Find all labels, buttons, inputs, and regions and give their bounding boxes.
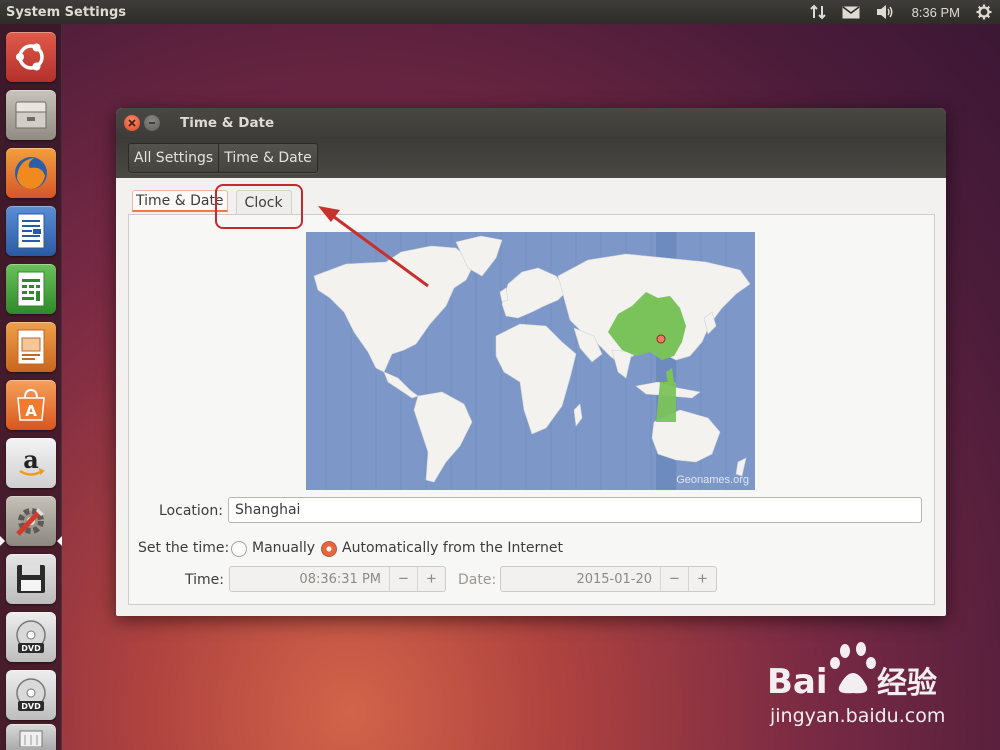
network-icon[interactable] (802, 0, 834, 24)
settings-content: Time & Date Clock Geonames.org Location:… (116, 178, 946, 616)
date-value[interactable]: 2015-01-20 (501, 567, 660, 591)
trash-icon[interactable] (6, 724, 56, 750)
calc-icon[interactable] (6, 264, 56, 314)
world-map (313, 232, 751, 490)
dvd-icon[interactable]: DVD (6, 612, 56, 662)
system-settings-icon[interactable] (6, 496, 56, 546)
floppy-icon[interactable] (6, 554, 56, 604)
set-time-label: Set the time: (138, 540, 230, 556)
breadcrumb-time-date[interactable]: Time & Date (218, 144, 317, 172)
clock-tab-highlight (215, 184, 303, 229)
active-app-title: System Settings (6, 4, 127, 20)
window-title: Time & Date (180, 115, 275, 131)
selected-city-marker (656, 334, 666, 344)
ubuntu-dash-icon[interactable] (6, 32, 56, 82)
radio-automatic-label: Automatically from the Internet (342, 540, 563, 556)
radio-automatic[interactable] (321, 541, 337, 557)
top-panel: System Settings 8:36 PM (0, 0, 1000, 24)
date-decrement-button[interactable]: − (660, 567, 688, 591)
indicator-tray: 8:36 PM (802, 0, 1000, 24)
svg-text:DVD: DVD (21, 644, 41, 653)
active-app-indicator (0, 536, 5, 546)
window-titlebar[interactable]: Time & Date (116, 108, 946, 138)
minimize-icon (149, 122, 155, 124)
map-credit: Geonames.org (676, 474, 749, 486)
svg-text:A: A (25, 402, 37, 420)
impress-icon[interactable] (6, 322, 56, 372)
date-label: Date: (458, 572, 497, 588)
radio-manually[interactable] (231, 541, 247, 557)
svg-text:经验: 经验 (877, 666, 937, 701)
clock-indicator[interactable]: 8:36 PM (904, 0, 968, 24)
radio-manually-label: Manually (252, 540, 316, 556)
close-window-button[interactable] (124, 115, 140, 131)
firefox-icon[interactable] (6, 148, 56, 198)
amazon-icon[interactable]: a (6, 438, 56, 488)
mail-icon[interactable] (834, 0, 868, 24)
software-center-icon[interactable]: A (6, 380, 56, 430)
time-decrement-button[interactable]: − (389, 567, 417, 591)
location-input[interactable]: Shanghai (228, 497, 922, 523)
tab-time-date[interactable]: Time & Date (132, 190, 228, 212)
launcher: A a DVD DVD (0, 24, 62, 750)
breadcrumb-all-settings[interactable]: All Settings (129, 144, 219, 172)
baidu-watermark: Bai 经验 jingyan.baidu.com (765, 641, 955, 731)
timezone-map[interactable]: Geonames.org (306, 232, 755, 490)
svg-text:DVD: DVD (21, 702, 41, 711)
date-spinner[interactable]: 2015-01-20 − + (500, 566, 717, 592)
time-spinner[interactable]: 08:36:31 PM − + (229, 566, 446, 592)
watermark-site: jingyan.baidu.com (770, 705, 946, 727)
date-increment-button[interactable]: + (688, 567, 716, 591)
close-icon (128, 119, 136, 127)
dvd-icon[interactable]: DVD (6, 670, 56, 720)
time-increment-button[interactable]: + (417, 567, 445, 591)
settings-toolbar: All Settings Time & Date (116, 138, 946, 178)
gear-icon[interactable] (968, 0, 1000, 24)
volume-icon[interactable] (868, 0, 904, 24)
time-date-panel: Geonames.org Location: Shanghai Set the … (128, 214, 935, 605)
writer-icon[interactable] (6, 206, 56, 256)
svg-text:Bai: Bai (767, 662, 828, 702)
time-label: Time: (185, 572, 224, 588)
breadcrumb: All Settings Time & Date (128, 143, 318, 173)
files-icon[interactable] (6, 90, 56, 140)
minimize-window-button[interactable] (144, 115, 160, 131)
time-value[interactable]: 08:36:31 PM (230, 567, 389, 591)
location-label: Location: (159, 503, 223, 519)
active-app-indicator (57, 536, 62, 546)
svg-text:a: a (23, 447, 39, 474)
